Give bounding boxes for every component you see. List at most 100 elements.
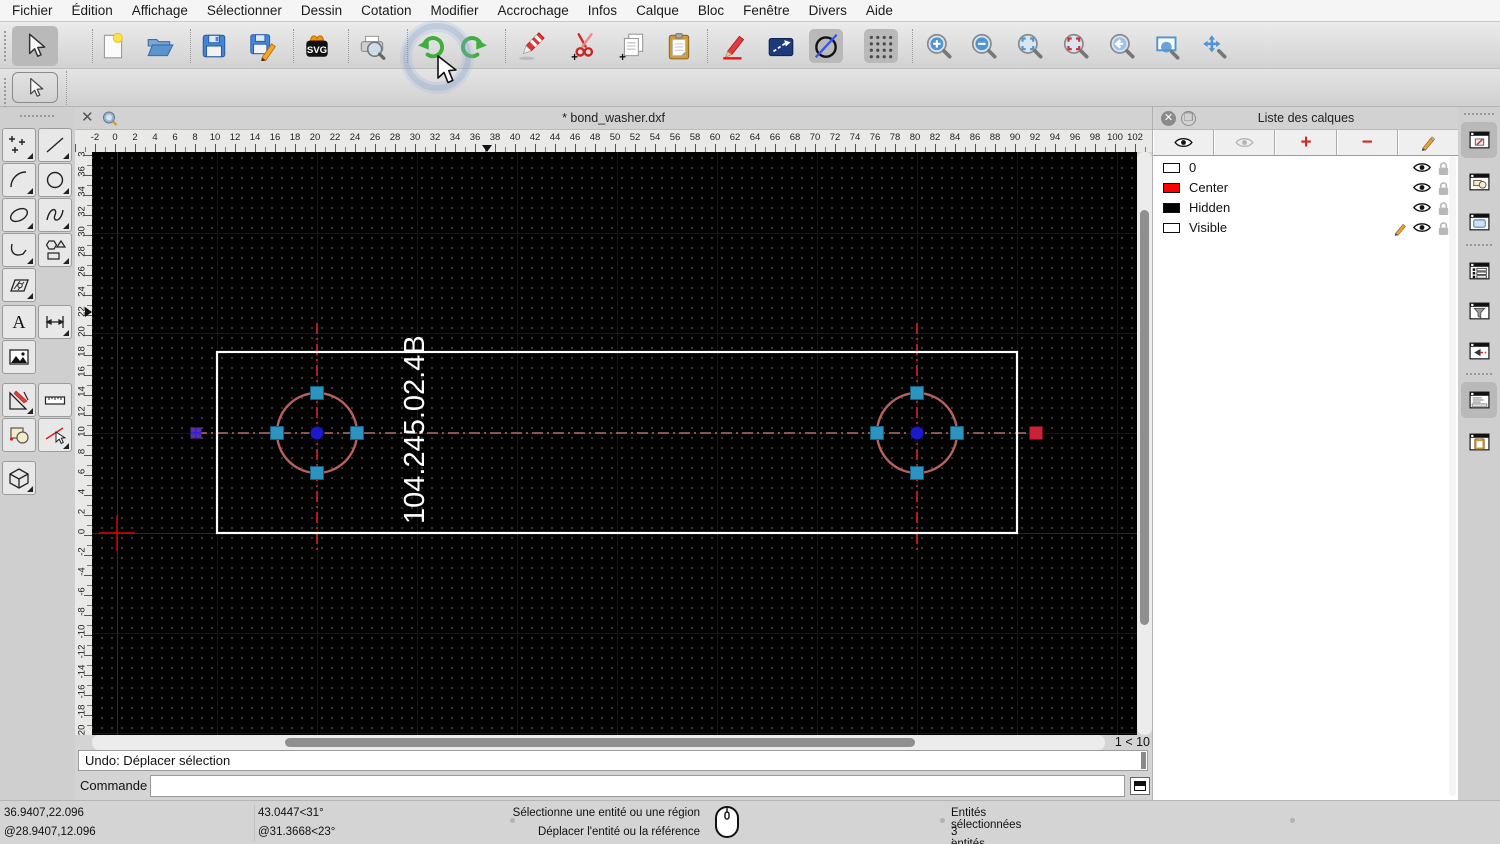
print-preview-button[interactable] bbox=[355, 29, 389, 63]
vertical-scrollbar-thumb[interactable] bbox=[1140, 210, 1149, 625]
block-list-dock-button[interactable] bbox=[1461, 164, 1497, 200]
layer-list-dock-button[interactable] bbox=[1461, 122, 1497, 158]
vertical-scrollbar[interactable] bbox=[1137, 152, 1152, 735]
layer-row-0[interactable]: 0 bbox=[1153, 158, 1459, 178]
pen-wizard-dock-button[interactable] bbox=[1461, 333, 1497, 369]
menu-infos[interactable]: Infos bbox=[588, 3, 617, 18]
layer-visibility-eye-icon[interactable] bbox=[1413, 201, 1431, 214]
polygon-tool[interactable] bbox=[38, 233, 72, 267]
menu-calque[interactable]: Calque bbox=[636, 3, 679, 18]
save-as-button[interactable] bbox=[245, 29, 279, 63]
zoom-in-button[interactable] bbox=[922, 29, 956, 63]
show-all-layers-button[interactable] bbox=[1153, 130, 1215, 155]
select-tool-button[interactable] bbox=[12, 72, 58, 103]
menu-divers[interactable]: Divers bbox=[809, 3, 847, 18]
endpoint-handle-start[interactable] bbox=[190, 427, 202, 439]
keyboard-toggle-button[interactable] bbox=[1130, 777, 1150, 795]
center-handle-left[interactable] bbox=[309, 425, 325, 441]
text-tool[interactable]: A bbox=[2, 305, 36, 339]
open-button[interactable] bbox=[143, 29, 177, 63]
zoom-auto-button[interactable] bbox=[1013, 29, 1047, 63]
image-tool[interactable] bbox=[2, 340, 36, 374]
text-icon: A bbox=[13, 312, 26, 332]
menu-fichier[interactable]: Fichier bbox=[12, 3, 53, 18]
layer-visibility-eye-icon[interactable] bbox=[1413, 221, 1431, 234]
layer-row-center[interactable]: Center bbox=[1153, 178, 1459, 198]
horizontal-ruler: -2 0 2 4 6 8 10 12 14 16 18 20 22 24 26 28 30 32 34 36 38 40 4… bbox=[75, 130, 1152, 152]
line-tool[interactable] bbox=[38, 128, 72, 162]
hide-all-layers-button[interactable] bbox=[1214, 130, 1276, 155]
undo-button[interactable] bbox=[414, 29, 448, 63]
menu-affichage[interactable]: Affichage bbox=[132, 3, 188, 18]
select-entity-tool[interactable] bbox=[38, 418, 72, 452]
layer-row-visible[interactable]: Visible bbox=[1153, 218, 1459, 238]
cut-button[interactable]: + bbox=[567, 29, 601, 63]
washer-rectangle[interactable] bbox=[215, 350, 1019, 535]
hatch-tool[interactable] bbox=[2, 268, 36, 302]
construction-mode-button[interactable] bbox=[809, 29, 843, 63]
grid-toggle-button[interactable] bbox=[864, 29, 898, 63]
palette-grip[interactable] bbox=[20, 115, 54, 117]
remove-layer-button[interactable]: − bbox=[1336, 130, 1398, 155]
dimension-tool[interactable] bbox=[38, 305, 72, 339]
filter-dock-button[interactable] bbox=[1461, 293, 1497, 329]
draw-order-button[interactable] bbox=[764, 29, 798, 63]
h-ruler-label: 2 bbox=[132, 132, 138, 143]
library-browser-dock-button[interactable] bbox=[1461, 204, 1497, 240]
copy-button[interactable]: + bbox=[616, 29, 650, 63]
menu-dessin[interactable]: Dessin bbox=[301, 3, 342, 18]
menu-bloc[interactable]: Bloc bbox=[698, 3, 724, 18]
zoom-pan-button[interactable] bbox=[1197, 29, 1231, 63]
layer-visibility-eye-icon[interactable] bbox=[1413, 161, 1431, 174]
zoom-out-button[interactable] bbox=[967, 29, 1001, 63]
command-input[interactable] bbox=[150, 775, 1125, 797]
circle-tool[interactable] bbox=[38, 163, 72, 197]
layer-visibility-eye-icon[interactable] bbox=[1413, 181, 1431, 194]
menu-fenetre[interactable]: Fenêtre bbox=[743, 3, 790, 18]
ellipse-tool[interactable] bbox=[2, 198, 36, 232]
3d-box-tool[interactable] bbox=[2, 461, 36, 495]
delete-button[interactable] bbox=[514, 29, 548, 63]
points-tool[interactable] bbox=[2, 128, 36, 162]
add-layer-button[interactable]: + bbox=[1275, 130, 1337, 155]
menu-edition[interactable]: Édition bbox=[72, 3, 113, 18]
select-button[interactable] bbox=[12, 26, 58, 66]
history-scrollbar[interactable] bbox=[1141, 752, 1146, 769]
layer-row-hidden[interactable]: Hidden bbox=[1153, 198, 1459, 218]
modify-tool[interactable] bbox=[2, 383, 36, 417]
layer-list-scrollbar[interactable] bbox=[1449, 156, 1456, 796]
menu-selectionner[interactable]: Sélectionner bbox=[207, 3, 282, 18]
polyline-tool[interactable] bbox=[2, 233, 36, 267]
zoom-window-button[interactable] bbox=[1151, 29, 1185, 63]
part-number-label[interactable]: 104.245.02.4B bbox=[399, 335, 431, 524]
clipboard-dock-button[interactable] bbox=[1461, 424, 1497, 460]
center-handle-right[interactable] bbox=[909, 425, 925, 441]
export-svg-button[interactable]: SVG bbox=[300, 29, 334, 63]
menu-cotation[interactable]: Cotation bbox=[361, 3, 411, 18]
drawing-canvas[interactable]: 104.245.02.4B bbox=[92, 152, 1137, 735]
menu-modifier[interactable]: Modifier bbox=[430, 3, 478, 18]
edit-layer-button[interactable] bbox=[1397, 130, 1460, 155]
block-tool[interactable] bbox=[2, 418, 36, 452]
paste-button[interactable] bbox=[662, 29, 696, 63]
arc-tool[interactable] bbox=[2, 163, 36, 197]
entity-list-dock-button[interactable] bbox=[1461, 253, 1497, 289]
menu-accrochage[interactable]: Accrochage bbox=[497, 3, 568, 18]
new-document-button[interactable] bbox=[96, 29, 130, 63]
command-widget-dock-button[interactable] bbox=[1461, 382, 1497, 418]
spline-tool[interactable] bbox=[38, 198, 72, 232]
pen-attributes-button[interactable] bbox=[717, 29, 751, 63]
toolbar-grip[interactable] bbox=[4, 31, 6, 61]
horizontal-scrollbar-thumb[interactable] bbox=[285, 738, 915, 747]
save-button[interactable] bbox=[197, 29, 231, 63]
menu-aide[interactable]: Aide bbox=[866, 3, 893, 18]
horizontal-scrollbar[interactable] bbox=[92, 735, 1105, 750]
redo-button[interactable] bbox=[457, 29, 491, 63]
toolbar-grip[interactable] bbox=[4, 78, 6, 108]
dock-grip[interactable] bbox=[1464, 113, 1494, 115]
endpoint-handle-end[interactable] bbox=[1029, 426, 1043, 440]
minus-icon: − bbox=[1361, 132, 1373, 153]
measure-tool[interactable] bbox=[38, 383, 72, 417]
zoom-previous-button[interactable] bbox=[1105, 29, 1139, 63]
zoom-selected-button[interactable] bbox=[1059, 29, 1093, 63]
